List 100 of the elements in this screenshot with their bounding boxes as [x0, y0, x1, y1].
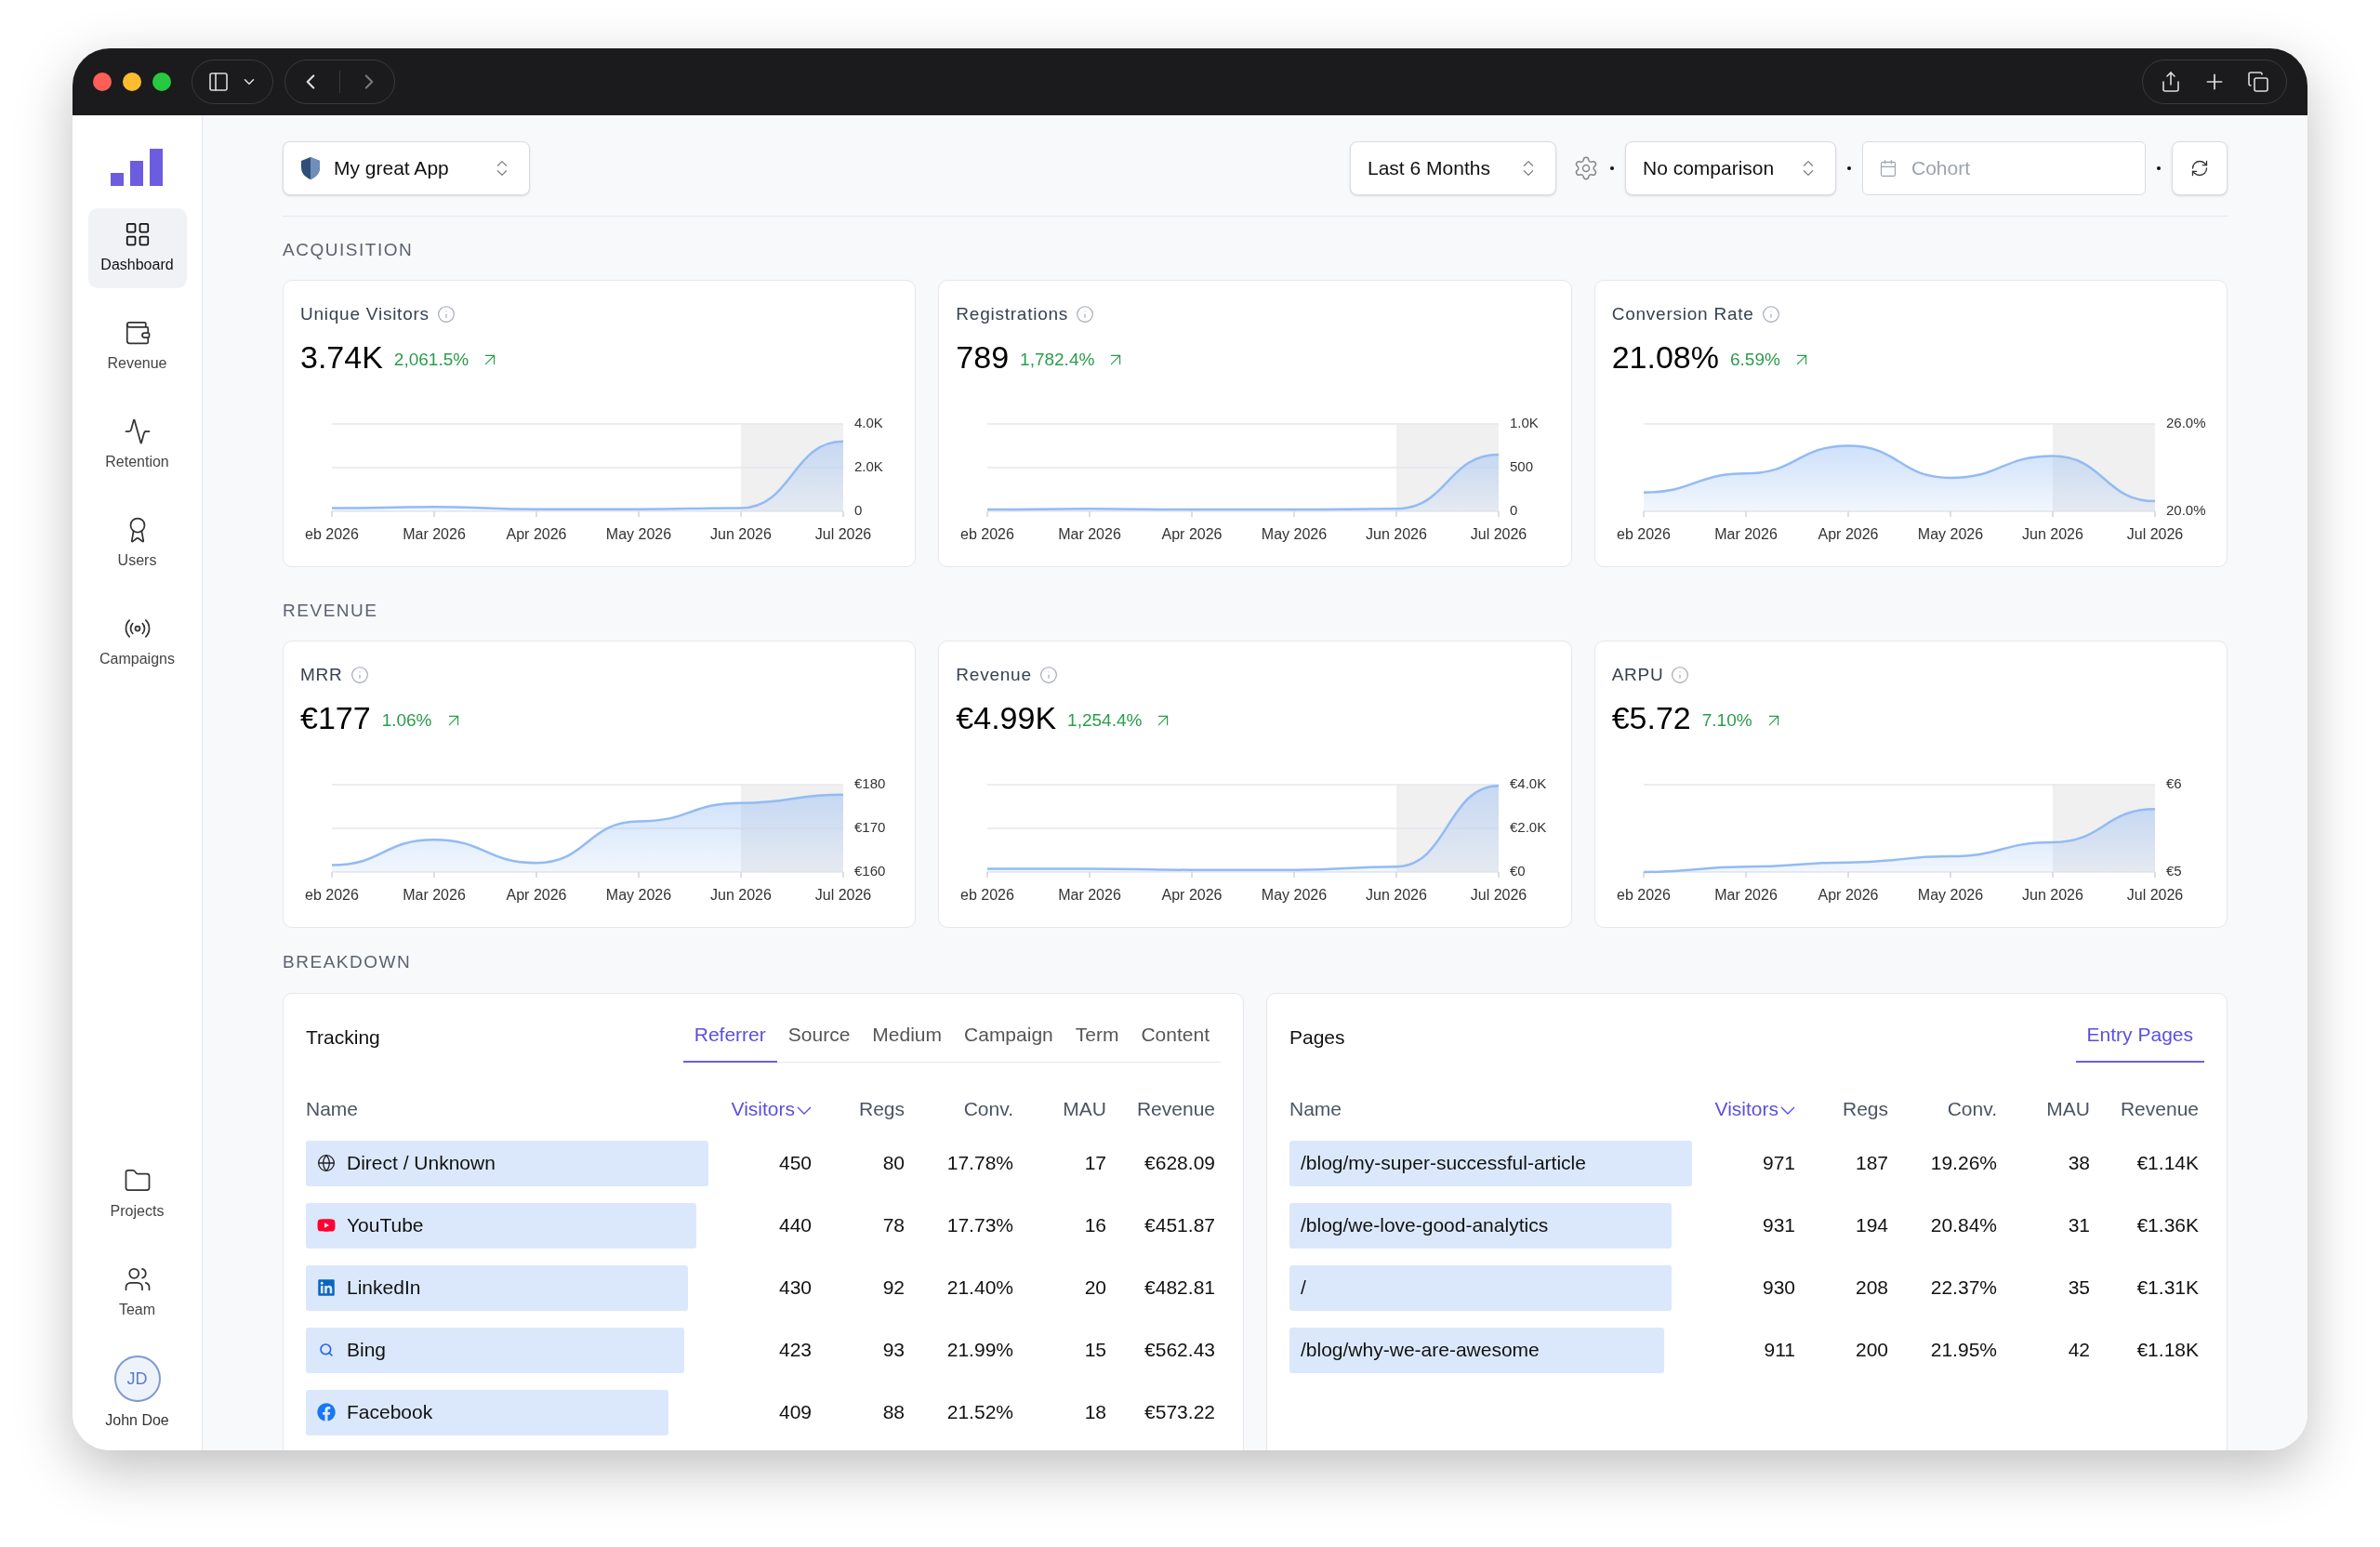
table-cell-text: 20.84%	[1929, 1213, 1997, 1238]
column-header[interactable]: MAU	[1063, 1093, 1106, 1123]
metric-change: 1.06%	[381, 708, 432, 732]
column-header[interactable]: Visitors	[1714, 1093, 1795, 1123]
sidebar-item[interactable]: Projects	[87, 1155, 187, 1235]
axis-label: Apr 2026	[506, 886, 567, 903]
tab[interactable]: Medium	[861, 1012, 954, 1063]
column-header[interactable]: Conv.	[963, 1093, 1013, 1123]
table-cell-text: €562.43	[1144, 1338, 1215, 1363]
column-header[interactable]: Conv.	[1947, 1093, 1997, 1123]
table-cell-text: 450	[777, 1151, 812, 1176]
cohort-field[interactable]: Cohort	[1862, 141, 2146, 195]
search-icon	[319, 1342, 334, 1357]
visitors-bar[interactable]: Facebook	[306, 1389, 668, 1435]
tab[interactable]: Content	[1130, 1012, 1221, 1063]
visitors-bar[interactable]: Bing	[306, 1327, 684, 1373]
table-cell-text: 21.40%	[945, 1276, 1013, 1301]
comparison-select[interactable]: No comparison	[1625, 141, 1836, 195]
sidebar-item[interactable]: Revenue	[87, 307, 187, 387]
tab[interactable]: Term	[1064, 1012, 1130, 1063]
table-cell-text: 20	[1083, 1276, 1106, 1301]
section-heading: REVENUE	[283, 599, 378, 622]
column-header[interactable]: MAU	[2046, 1093, 2090, 1123]
table-cell-text: €1.31K	[2135, 1276, 2199, 1301]
sidebar-icon[interactable]	[207, 71, 230, 93]
section-heading: ACQUISITION	[283, 238, 414, 261]
axis-label: Apr 2026	[1161, 886, 1223, 903]
metric-value: 789	[956, 337, 1010, 377]
column-header[interactable]: Regs	[1842, 1093, 1888, 1123]
visitors-bar[interactable]: /blog/my-super-successful-article	[1289, 1140, 1692, 1186]
column-header[interactable]: Name	[306, 1093, 359, 1123]
sidebar-item[interactable]: Campaigns	[87, 602, 187, 682]
table-cell-text: 911	[1763, 1338, 1795, 1363]
sidebar-item[interactable]: Retention	[87, 405, 187, 485]
tabs-icon[interactable]	[2247, 71, 2269, 93]
axis-label: May 2026	[1262, 886, 1328, 903]
table-cell-text: 42	[2067, 1338, 2090, 1363]
axis-label: Mar 2026	[1058, 886, 1122, 903]
visitors-bar[interactable]: LinkedIn	[306, 1264, 689, 1311]
panel-title: Pages	[1289, 1025, 1345, 1050]
axis-label: €170	[854, 818, 886, 835]
axis-label: May 2026	[1917, 886, 1983, 903]
column-header[interactable]: Revenue	[2120, 1093, 2199, 1123]
table-cell-text: €628.09	[1144, 1151, 1215, 1176]
axis-label: 20.0%	[2165, 501, 2206, 518]
visitors-bar[interactable]: YouTube	[306, 1202, 696, 1249]
axis-label: 0	[1510, 501, 1518, 518]
table-cell-text: €1.18K	[2135, 1338, 2199, 1363]
axis-label: Jul 2026	[2126, 525, 2183, 542]
metric-change: 1,782.4%	[1020, 348, 1095, 371]
tab[interactable]: Campaign	[953, 1012, 1064, 1063]
metric-value: €177	[300, 698, 371, 737]
row-name: /blog/why-we-are-awesome	[1301, 1338, 1540, 1363]
panel-title: Tracking	[306, 1025, 380, 1050]
sidebar-item[interactable]: Dashboard	[87, 208, 187, 288]
column-header[interactable]: Visitors	[731, 1093, 812, 1123]
tab[interactable]: Entry Pages	[2075, 1012, 2204, 1063]
metric-change: 2,061.5%	[393, 348, 469, 371]
axis-label: €5	[2165, 862, 2182, 879]
table-cell-text: 22.37%	[1929, 1276, 1997, 1301]
sidebar-item[interactable]: Team	[87, 1253, 187, 1333]
share-icon[interactable]	[2160, 71, 2182, 93]
metric-value: €5.72	[1611, 698, 1691, 737]
table-cell-text: 931	[1761, 1213, 1795, 1238]
avatar[interactable]: JD	[113, 1355, 161, 1402]
axis-label: Apr 2026	[506, 525, 567, 542]
metric-change: 6.59%	[1730, 348, 1780, 371]
metric-title: Unique Visitors	[300, 303, 430, 325]
metric-title: Revenue	[956, 664, 1032, 686]
visitors-bar[interactable]: /blog/why-we-are-awesome	[1289, 1327, 1664, 1373]
axis-label: €6	[2165, 774, 2182, 791]
axis-label: Jun 2026	[1366, 886, 1428, 903]
metric-title: MRR	[300, 664, 343, 686]
visitors-bar[interactable]: /blog/we-love-good-analytics	[1289, 1202, 1673, 1249]
visitors-bar[interactable]: Direct / Unknown	[306, 1140, 708, 1186]
column-header[interactable]: Revenue	[1136, 1093, 1215, 1123]
table-cell-text: 38	[2067, 1151, 2090, 1176]
axis-label: Jun 2026	[2021, 525, 2083, 542]
column-header[interactable]: Regs	[858, 1093, 905, 1123]
axis-label: Jul 2026	[2126, 886, 2183, 903]
axis-label: Mar 2026	[1058, 525, 1122, 542]
tab[interactable]: Source	[776, 1012, 862, 1063]
sidebar-item[interactable]: Users	[87, 504, 187, 584]
axis-label: Jun 2026	[2021, 886, 2083, 903]
period-select[interactable]: Last 6 Months	[1350, 141, 1556, 195]
metric-value: €4.99K	[956, 698, 1057, 737]
table-cell-text: 17	[1083, 1151, 1106, 1176]
calendar-icon	[1879, 159, 1897, 178]
settings-icon[interactable]	[1573, 155, 1599, 181]
table-cell-text: 21.99%	[945, 1338, 1013, 1363]
tab[interactable]: Referrer	[682, 1012, 777, 1063]
refresh-icon	[2190, 159, 2209, 178]
axis-label: Mar 2026	[1713, 525, 1778, 542]
row-name: YouTube	[347, 1213, 424, 1238]
axis-label: €0	[1510, 862, 1526, 879]
refresh-button[interactable]	[2172, 141, 2228, 195]
app-selector[interactable]: My great App	[283, 141, 530, 195]
metric-value: 3.74K	[300, 337, 383, 377]
column-header[interactable]: Name	[1289, 1093, 1342, 1123]
visitors-bar[interactable]: /	[1289, 1264, 1673, 1311]
